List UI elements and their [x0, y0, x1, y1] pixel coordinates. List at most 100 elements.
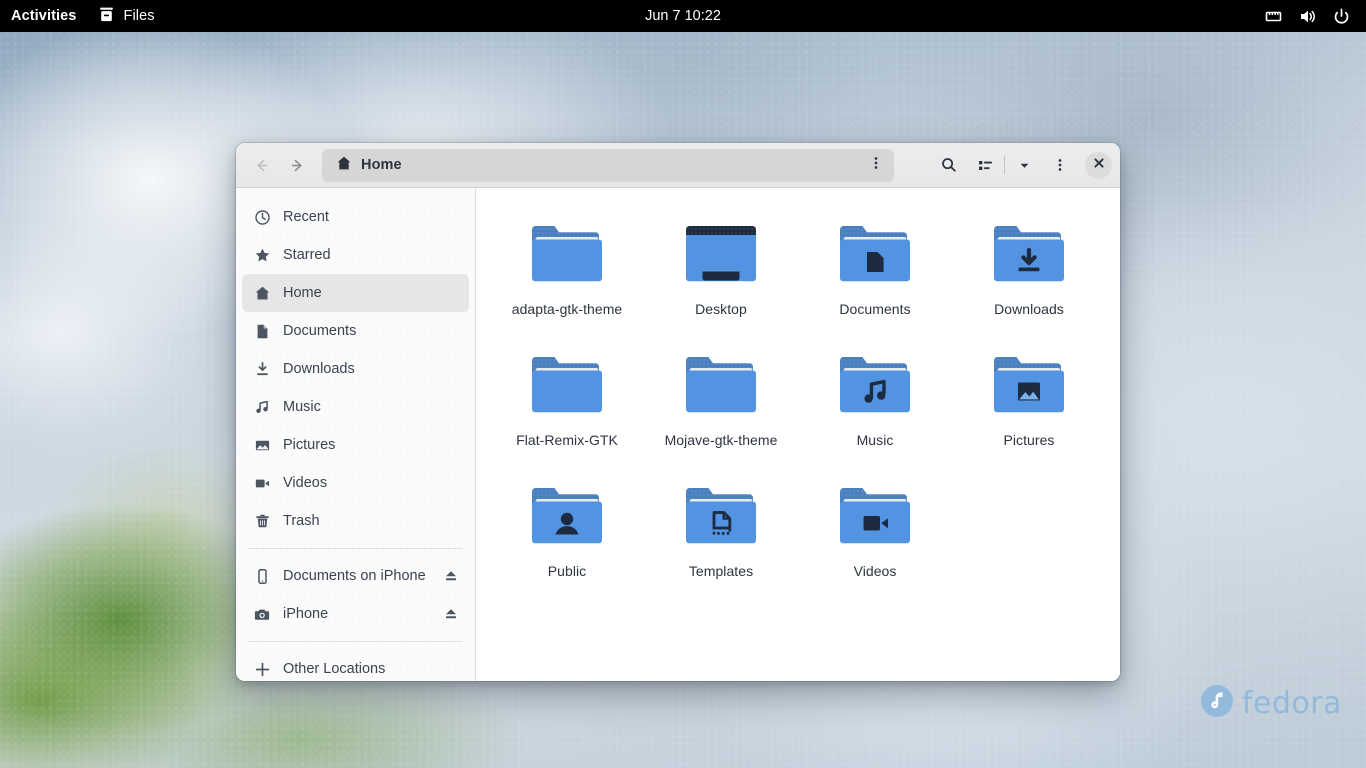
kebab-menu-icon	[1052, 157, 1068, 173]
files-window: Home Recent Starred Home Documents Downl…	[236, 143, 1120, 681]
music-icon	[254, 399, 271, 416]
window-header-bar: Home	[236, 143, 1120, 188]
phone-icon	[254, 568, 271, 585]
list-view-icon	[977, 157, 994, 174]
image-icon	[254, 437, 271, 454]
pathbar-menu-button[interactable]	[858, 148, 894, 182]
forward-icon	[289, 157, 306, 174]
file-item-label: adapta-gtk-theme	[511, 301, 623, 317]
sidebar-item-home[interactable]: Home	[242, 274, 469, 312]
fedora-logo-icon	[1199, 683, 1235, 724]
file-item-label: Templates	[688, 563, 754, 579]
file-item[interactable]: Mojave-gtk-theme	[646, 337, 796, 452]
sidebar-item-trash[interactable]: Trash	[242, 502, 469, 540]
sidebar-item-recent[interactable]: Recent	[242, 198, 469, 236]
search-icon	[940, 156, 958, 174]
folder-templates-icon	[679, 474, 763, 558]
file-item-label: Flat-Remix-GTK	[516, 432, 618, 448]
file-item[interactable]: adapta-gtk-theme	[492, 206, 642, 321]
folder-plain-icon	[525, 343, 609, 427]
sidebar-item-starred[interactable]: Starred	[242, 236, 469, 274]
clock-button[interactable]: Jun 7 10:22	[0, 0, 1366, 32]
folder-plain-icon	[525, 212, 609, 296]
main-menu-button[interactable]	[1043, 150, 1077, 180]
path-bar-spacer	[415, 148, 858, 182]
home-icon	[254, 285, 271, 302]
close-icon	[1093, 156, 1105, 174]
network-wired-icon[interactable]	[1258, 0, 1288, 32]
sidebar-item-iphone[interactable]: iPhone	[242, 595, 469, 633]
document-icon	[254, 323, 271, 340]
activities-label: Activities	[11, 8, 77, 24]
sidebar-item-label: Music	[283, 399, 321, 415]
fedora-watermark: fedora	[1199, 683, 1342, 724]
sidebar-item-pictures[interactable]: Pictures	[242, 426, 469, 464]
sidebar-item-label: iPhone	[283, 606, 329, 622]
trash-icon	[254, 513, 271, 530]
home-icon	[336, 155, 352, 175]
video-icon	[254, 475, 271, 492]
sidebar-item-documents-on-iphone[interactable]: Documents on iPhone	[242, 557, 469, 595]
sidebar-item-label: Videos	[283, 475, 328, 491]
sidebar-item-documents[interactable]: Documents	[242, 312, 469, 350]
file-item[interactable]: Pictures	[954, 337, 1104, 452]
folder-public-icon	[525, 474, 609, 558]
file-item-label: Mojave-gtk-theme	[664, 432, 778, 448]
back-icon	[253, 157, 270, 174]
sidebar-item-music[interactable]: Music	[242, 388, 469, 426]
folder-downloads-icon	[987, 212, 1071, 296]
forward-button[interactable]	[280, 150, 314, 180]
file-view[interactable]: adapta-gtk-theme Desktop Documents Downl…	[476, 188, 1120, 681]
fedora-watermark-text: fedora	[1241, 686, 1342, 721]
chevron-down-icon	[1017, 158, 1032, 173]
eject-button[interactable]	[443, 568, 459, 584]
sidebar-item-videos[interactable]: Videos	[242, 464, 469, 502]
file-item[interactable]: Desktop	[646, 206, 796, 321]
folder-plain-icon	[679, 343, 763, 427]
sidebar-item-label: Pictures	[283, 437, 336, 453]
star-icon	[254, 247, 271, 264]
file-item[interactable]: Documents	[800, 206, 950, 321]
file-item[interactable]: Flat-Remix-GTK	[492, 337, 642, 452]
sidebar-item-other-locations[interactable]: Other Locations	[242, 650, 469, 681]
breadcrumb-home[interactable]: Home	[322, 148, 416, 182]
file-item-label: Videos	[853, 563, 897, 579]
close-button[interactable]	[1085, 151, 1112, 179]
file-item[interactable]: Public	[492, 468, 642, 583]
places-sidebar[interactable]: Recent Starred Home Documents Downloads Music…	[236, 188, 476, 681]
sidebar-item-label: Trash	[283, 513, 320, 529]
file-item[interactable]: Downloads	[954, 206, 1104, 321]
view-mode-button[interactable]	[968, 150, 1002, 180]
file-item[interactable]: Music	[800, 337, 950, 452]
sidebar-item-downloads[interactable]: Downloads	[242, 350, 469, 388]
gnome-top-bar: Activities Files Jun 7 10:22	[0, 0, 1366, 32]
file-item-label: Downloads	[994, 301, 1064, 317]
files-icon	[98, 6, 115, 27]
volume-icon[interactable]	[1292, 0, 1322, 32]
folder-videos-icon	[833, 474, 917, 558]
plus-icon	[254, 661, 271, 678]
sidebar-item-label: Starred	[283, 247, 331, 263]
eject-icon	[446, 609, 456, 619]
app-menu-button[interactable]: Files	[87, 0, 165, 32]
folder-documents-icon	[833, 212, 917, 296]
power-icon[interactable]	[1326, 0, 1356, 32]
sidebar-separator	[248, 641, 463, 642]
sidebar-item-label: Home	[283, 285, 322, 301]
view-options-button[interactable]	[1007, 150, 1041, 180]
search-button[interactable]	[932, 150, 966, 180]
sidebar-item-label: Documents on iPhone	[283, 568, 426, 584]
icon-grid: adapta-gtk-theme Desktop Documents Downl…	[490, 206, 1106, 583]
activities-button[interactable]: Activities	[0, 0, 87, 32]
file-item[interactable]: Templates	[646, 468, 796, 583]
sidebar-item-label: Downloads	[283, 361, 355, 377]
camera-icon	[254, 606, 271, 623]
back-button[interactable]	[244, 150, 278, 180]
download-icon	[254, 361, 271, 378]
eject-button[interactable]	[443, 606, 459, 622]
breadcrumb-label: Home	[361, 157, 402, 173]
kebab-menu-icon	[868, 155, 884, 176]
sidebar-separator	[248, 548, 463, 549]
file-item[interactable]: Videos	[800, 468, 950, 583]
system-status-area[interactable]	[1258, 0, 1366, 32]
